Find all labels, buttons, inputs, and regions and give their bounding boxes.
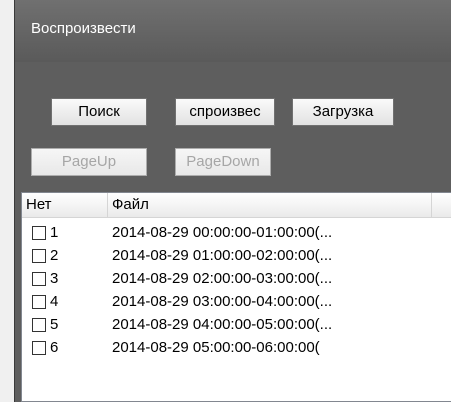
row-number: 2 (50, 247, 59, 264)
window-title: Воспроизвести (31, 20, 136, 37)
row-file: 2014-08-29 03:00:00-04:00:00(... (112, 293, 333, 310)
row-checkbox[interactable] (32, 318, 46, 332)
title-bar[interactable]: Воспроизвести (15, 0, 451, 62)
page-up-button[interactable]: PageUp (31, 148, 147, 176)
row-file: 2014-08-29 05:00:00-06:00:00( (112, 339, 320, 356)
row-file: 2014-08-29 01:00:00-02:00:00(... (112, 247, 333, 264)
table-row[interactable]: 4 2014-08-29 03:00:00-04:00:00(... (22, 292, 451, 314)
table-row[interactable]: 6 2014-08-29 05:00:00-06:00:00( (22, 338, 451, 360)
row-number: 5 (50, 316, 59, 333)
row-checkbox[interactable] (32, 341, 46, 355)
row-checkbox[interactable] (32, 295, 46, 309)
table-row[interactable]: 1 2014-08-29 00:00:00-01:00:00(... (22, 223, 451, 245)
row-number: 6 (50, 339, 59, 356)
row-number: 4 (50, 293, 59, 310)
file-list[interactable]: Нет Файл 1 2014-08-29 00:00:00-01:00:00(… (21, 192, 451, 402)
row-number: 1 (50, 224, 59, 241)
row-checkbox[interactable] (32, 249, 46, 263)
row-file: 2014-08-29 04:00:00-05:00:00(... (112, 316, 333, 333)
page-down-button[interactable]: PageDown (175, 148, 271, 176)
table-row[interactable]: 3 2014-08-29 02:00:00-03:00:00(... (22, 269, 451, 291)
table-row[interactable]: 2 2014-08-29 01:00:00-02:00:00(... (22, 246, 451, 268)
row-number: 3 (50, 270, 59, 287)
row-checkbox[interactable] (32, 272, 46, 286)
list-header: Нет Файл (22, 193, 451, 218)
download-button[interactable]: Загрузка (292, 98, 394, 126)
playback-window: Воспроизвести Поиск спроизвес Загрузка P… (14, 0, 451, 402)
row-file: 2014-08-29 00:00:00-01:00:00(... (112, 224, 333, 241)
search-button[interactable]: Поиск (51, 98, 147, 126)
play-button[interactable]: спроизвес (175, 98, 275, 126)
row-file: 2014-08-29 02:00:00-03:00:00(... (112, 270, 333, 287)
column-header-number[interactable]: Нет (22, 193, 108, 217)
column-header-file[interactable]: Файл (108, 193, 432, 217)
table-row[interactable]: 5 2014-08-29 04:00:00-05:00:00(... (22, 315, 451, 337)
row-checkbox[interactable] (32, 226, 46, 240)
